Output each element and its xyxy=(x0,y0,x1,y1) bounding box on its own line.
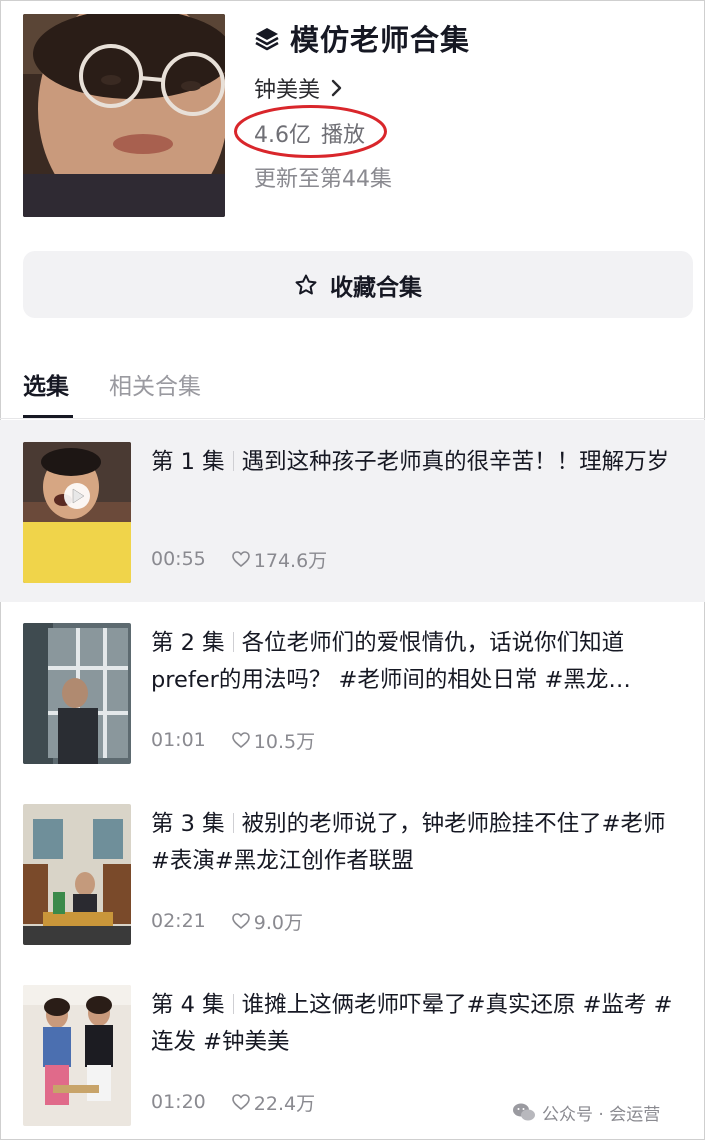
title-separator xyxy=(232,994,234,1014)
collection-title: 模仿老师合集 xyxy=(290,23,471,57)
red-highlight-circle xyxy=(234,105,387,158)
episode-meta: 01:01 10.5万 xyxy=(151,726,315,754)
episode-thumbnail xyxy=(23,442,131,583)
title-separator xyxy=(232,632,234,652)
episode-likes-count: 174.6万 xyxy=(253,549,328,572)
episode-likes: 174.6万 xyxy=(231,546,328,573)
episode-duration: 01:01 xyxy=(151,729,206,751)
favorite-collection-button[interactable]: 收藏合集 xyxy=(23,251,693,318)
episode-item-3[interactable]: 第 3 集被别的老师说了，钟老师脸挂不住了#老师 #表演#黑龙江创作者联盟 02… xyxy=(0,782,705,964)
episode-meta: 02:21 9.0万 xyxy=(151,907,303,935)
tab-divider xyxy=(0,418,705,419)
episode-duration: 01:20 xyxy=(151,1091,206,1113)
tab-episodes[interactable]: 选集 xyxy=(23,363,73,418)
episode-likes-count: 9.0万 xyxy=(253,911,303,934)
episode-title-block: 第 4 集谁摊上这俩老师吓晕了#真实还原 #监考 #连发 #钟美美 xyxy=(151,987,686,1061)
episode-likes: 22.4万 xyxy=(231,1089,316,1116)
episode-likes: 10.5万 xyxy=(231,727,316,754)
wechat-icon xyxy=(513,1103,535,1121)
favorite-collection-label: 收藏合集 xyxy=(330,274,422,301)
episode-duration: 02:21 xyxy=(151,910,206,932)
episode-title: 被别的老师说了，钟老师脸挂不住了#老师 #表演#黑龙江创作者联盟 xyxy=(151,811,666,874)
tab-related-collections[interactable]: 相关合集 xyxy=(109,363,201,405)
chevron-right-icon xyxy=(331,79,342,97)
episode-item-1[interactable]: 第 1 集遇到这种孩子老师真的很辛苦！！理解万岁 00:55 174.6万 xyxy=(0,420,705,602)
collection-cover-image[interactable] xyxy=(23,14,225,217)
episode-duration: 00:55 xyxy=(151,548,206,570)
collection-layers-icon xyxy=(255,28,279,51)
episode-likes-count: 10.5万 xyxy=(253,730,316,753)
episode-thumbnail xyxy=(23,623,131,764)
episode-meta: 00:55 174.6万 xyxy=(151,545,327,573)
star-icon xyxy=(295,274,317,294)
episode-title-block: 第 1 集遇到这种孩子老师真的很辛苦！！理解万岁 xyxy=(151,444,686,481)
episode-likes-count: 22.4万 xyxy=(253,1092,316,1115)
heart-icon xyxy=(231,913,250,929)
episode-number: 第 3 集 xyxy=(151,811,225,837)
title-separator xyxy=(232,451,234,471)
heart-icon xyxy=(231,551,250,567)
tab-bar: 选集 相关合集 xyxy=(23,363,201,419)
watermark: 公众号 · 会运营 xyxy=(512,1098,660,1126)
episode-title-block: 第 2 集各位老师们的爱恨情仇，话说你们知道prefer的用法吗？ #老师间的相… xyxy=(151,625,686,699)
episode-title: 遇到这种孩子老师真的很辛苦！！理解万岁 xyxy=(241,449,670,475)
episode-number: 第 2 集 xyxy=(151,630,225,656)
heart-icon xyxy=(231,1094,250,1110)
author-link[interactable]: 钟美美 xyxy=(254,70,342,106)
author-name: 钟美美 xyxy=(254,78,321,103)
episode-number: 第 4 集 xyxy=(151,992,225,1018)
episode-thumbnail xyxy=(23,804,131,945)
update-status: 更新至第44集 xyxy=(254,167,392,192)
episode-item-2[interactable]: 第 2 集各位老师们的爱恨情仇，话说你们知道prefer的用法吗？ #老师间的相… xyxy=(0,601,705,783)
episode-likes: 9.0万 xyxy=(231,908,303,935)
episode-thumbnail xyxy=(23,985,131,1126)
collection-title-row: 模仿老师合集 xyxy=(254,16,470,60)
title-separator xyxy=(232,813,234,833)
episode-title: 谁摊上这俩老师吓晕了#真实还原 #监考 #连发 #钟美美 xyxy=(151,992,673,1055)
episode-number: 第 1 集 xyxy=(151,449,225,475)
heart-icon xyxy=(231,732,250,748)
watermark-text: 公众号 · 会运营 xyxy=(542,1104,661,1125)
episode-meta: 01:20 22.4万 xyxy=(151,1088,315,1116)
episode-title-block: 第 3 集被别的老师说了，钟老师脸挂不住了#老师 #表演#黑龙江创作者联盟 xyxy=(151,806,686,880)
